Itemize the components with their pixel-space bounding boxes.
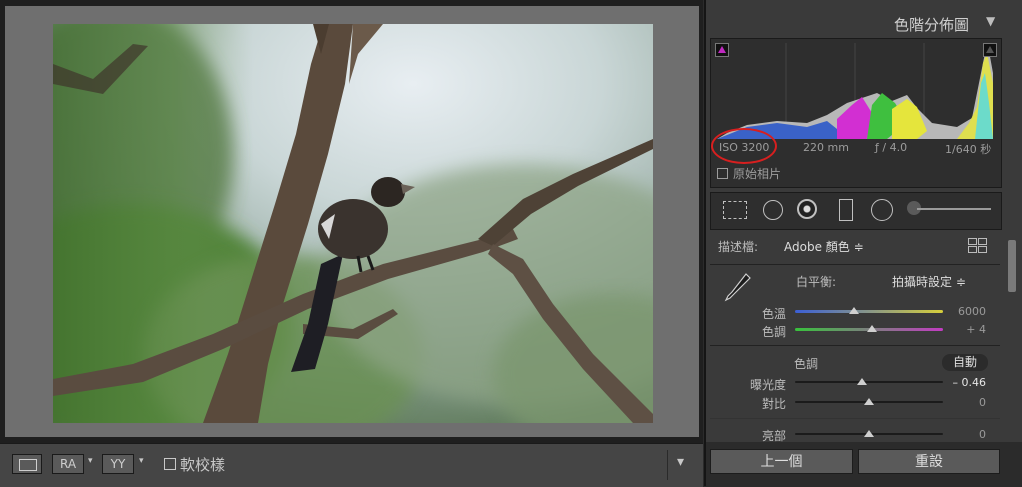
image-viewer bbox=[0, 0, 703, 443]
tone-title: 色調 bbox=[794, 357, 819, 371]
highlight-clipping-toggle[interactable] bbox=[983, 43, 997, 57]
tool-strip bbox=[710, 192, 1002, 230]
profile-browser-icon[interactable] bbox=[968, 238, 987, 253]
before-after-left-right-button[interactable]: RA bbox=[52, 454, 84, 474]
bird-photo-image bbox=[53, 24, 653, 423]
exposure-slider-thumb[interactable] bbox=[856, 378, 867, 385]
before-after-split-button[interactable]: YY bbox=[102, 454, 134, 474]
divider bbox=[710, 345, 1000, 346]
tint-slider-thumb[interactable] bbox=[866, 325, 877, 332]
temp-slider-thumb[interactable] bbox=[849, 307, 860, 314]
toolbar-menu-icon[interactable]: ▾ bbox=[677, 454, 684, 470]
exposure-slider[interactable] bbox=[795, 381, 943, 383]
soft-proof-label: 軟校樣 bbox=[180, 456, 226, 474]
white-balance-picker-icon[interactable] bbox=[724, 272, 752, 302]
photo[interactable] bbox=[53, 24, 653, 423]
annotation-circle bbox=[711, 128, 777, 164]
original-photo-checkbox[interactable] bbox=[717, 168, 728, 179]
white-balance-label: 白平衡: bbox=[796, 275, 837, 289]
panel-scrollbar[interactable] bbox=[1008, 240, 1016, 292]
crop-tool-icon[interactable] bbox=[723, 201, 747, 219]
histogram-title: 色階分佈圖 bbox=[894, 16, 970, 34]
contrast-value[interactable]: 0 bbox=[946, 396, 986, 409]
split-dropdown-icon[interactable]: ▾ bbox=[139, 456, 144, 466]
spot-removal-icon[interactable] bbox=[763, 200, 783, 220]
before-after-dropdown-icon[interactable]: ▾ bbox=[88, 456, 93, 466]
histogram-panel: ISO 3200 220 mm ƒ / 4.0 1/640 秒 原始相片 bbox=[710, 38, 1002, 188]
shadow-clipping-toggle[interactable] bbox=[715, 43, 729, 57]
red-eye-icon[interactable] bbox=[797, 199, 817, 219]
contrast-label: 對比 bbox=[761, 397, 786, 411]
highlight-clipping-icon bbox=[986, 46, 994, 53]
toolbar-divider bbox=[667, 450, 668, 480]
divider bbox=[710, 418, 1000, 419]
before-after-split-label: YY bbox=[110, 457, 126, 471]
white-balance-select[interactable]: 拍攝時設定 ≑ bbox=[892, 273, 966, 290]
highlights-value[interactable]: 0 bbox=[946, 428, 986, 441]
exposure-value[interactable]: – 0.46 bbox=[938, 376, 987, 389]
contrast-slider-thumb[interactable] bbox=[864, 398, 874, 405]
aperture-info: ƒ / 4.0 bbox=[875, 141, 908, 154]
develop-right-panel: 色階分佈圖 ▼ ISO 3200 220 mm ƒ / 4.0 1/640 秒 bbox=[704, 0, 1022, 486]
shadow-clipping-icon bbox=[718, 46, 726, 53]
radial-filter-icon[interactable] bbox=[871, 199, 893, 221]
histogram-chart[interactable] bbox=[717, 43, 993, 139]
before-after-label: RA bbox=[59, 457, 77, 471]
profile-label: 描述檔: bbox=[718, 240, 759, 254]
tint-value[interactable]: + 4 bbox=[946, 323, 986, 336]
exposure-label: 曝光度 bbox=[749, 378, 786, 392]
loupe-view-icon bbox=[19, 459, 37, 471]
reset-button[interactable]: 重設 bbox=[858, 449, 1000, 474]
graduated-filter-icon[interactable] bbox=[839, 199, 853, 221]
auto-tone-button[interactable]: 自動 bbox=[942, 354, 988, 371]
shutter-speed-info: 1/640 秒 bbox=[945, 143, 992, 156]
temp-value[interactable]: 6000 bbox=[946, 305, 986, 318]
focal-length-info: 220 mm bbox=[803, 141, 849, 154]
temp-label: 色溫 bbox=[761, 307, 786, 321]
highlights-slider-thumb[interactable] bbox=[864, 430, 874, 437]
bottom-toolbar: RA ▾ YY ▾ 軟校樣 ▾ bbox=[0, 443, 703, 487]
adjustment-brush-slider[interactable] bbox=[917, 208, 991, 210]
original-photo-label: 原始相片 bbox=[733, 167, 782, 181]
divider bbox=[710, 264, 1000, 265]
soft-proof-checkbox[interactable] bbox=[164, 458, 176, 470]
previous-button[interactable]: 上一個 bbox=[710, 449, 853, 474]
histogram-collapse-icon[interactable]: ▼ bbox=[986, 14, 995, 28]
temp-slider[interactable] bbox=[795, 310, 943, 313]
tint-label: 色調 bbox=[761, 325, 786, 339]
profile-select[interactable]: Adobe 顏色 ≑ bbox=[784, 238, 864, 255]
loupe-view-button[interactable] bbox=[12, 454, 42, 474]
